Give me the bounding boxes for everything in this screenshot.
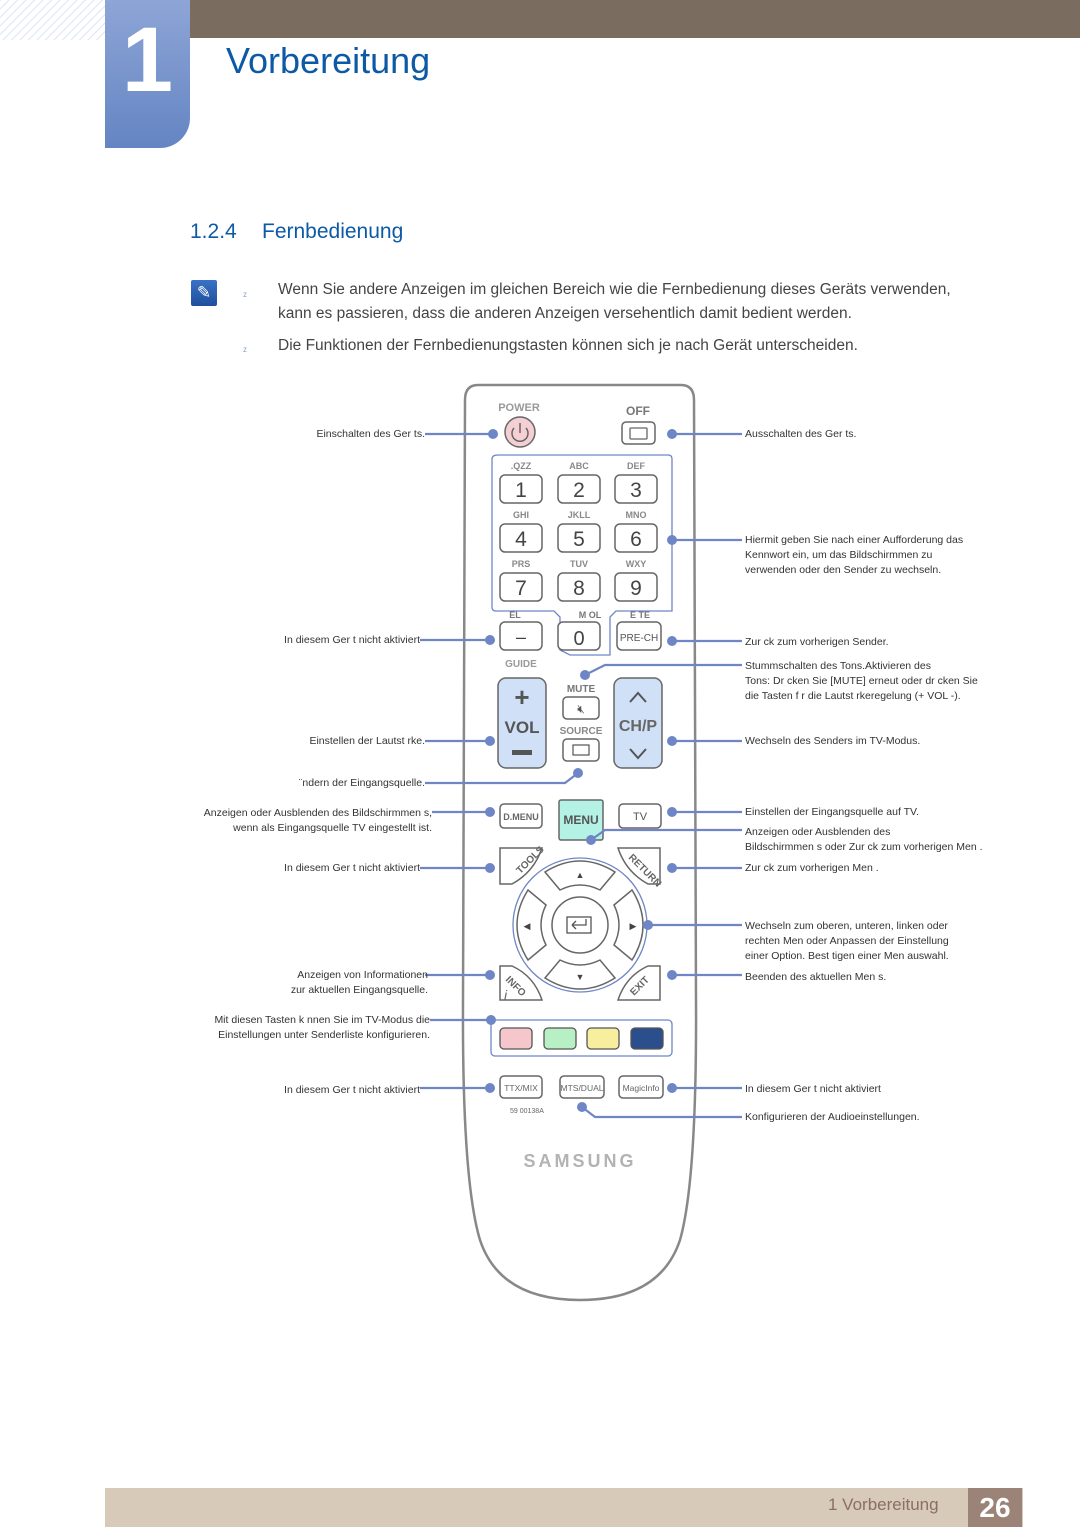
callout-line: Mit diesen Tasten k nnen Sie im TV-Modus… <box>214 1014 430 1026</box>
callout-line: einer Option. Best tigen einer Men auswa… <box>745 950 949 962</box>
callout-return: Zur ck zum vorherigen Men . <box>745 862 879 874</box>
digit-label: 9 <box>630 577 642 600</box>
remote-control-illustration: POWER OFF .QZZ 1 ABC 2 DEF 3 GHI 4 JKLL 5 MNO 6 PRS 7… <box>420 383 742 1302</box>
keypad-letters: GHI <box>513 510 529 520</box>
model-code: 59 00138A <box>510 1108 544 1115</box>
digit-label: 8 <box>573 577 585 600</box>
callout-dpad: Wechseln zum oberen, unteren, linken ode… <box>745 919 949 964</box>
callout-line: Wechseln zum oberen, unteren, linken ode… <box>745 920 948 932</box>
callout-magicinfo: In diesem Ger t nicht aktiviert <box>745 1083 881 1095</box>
callout-dash: In diesem Ger t nicht aktiviert <box>284 634 420 646</box>
arrow-left-icon: ◀ <box>524 921 531 931</box>
callout-info: Anzeigen von Informationen zur aktuellen… <box>291 968 428 998</box>
callout-line: Hiermit geben Sie nach einer Aufforderun… <box>745 534 964 546</box>
footer-chapter-label: 1 Vorbereitung <box>828 1495 939 1514</box>
keypad-letters: WXY <box>626 559 647 569</box>
source-label: SOURCE <box>560 726 603 737</box>
symbol-label: M OL <box>579 610 602 620</box>
callout-ttx: In diesem Ger t nicht aktiviert <box>284 1084 420 1096</box>
digit-label: 5 <box>573 528 585 551</box>
callout-tv: Einstellen der Eingangsquelle auf TV. <box>745 806 919 818</box>
callout-line: Anzeigen oder Ausblenden des Bildschirmm… <box>203 807 432 819</box>
callout-keypad: Hiermit geben Sie nach einer Aufforderun… <box>745 533 963 578</box>
callout-exit: Beenden des aktuellen Men s. <box>745 971 887 983</box>
source-button <box>562 738 600 762</box>
dmenu-label: D.MENU <box>503 812 539 822</box>
callout-off: Ausschalten des Ger ts. <box>745 428 857 440</box>
red-button <box>499 1027 533 1050</box>
delete-label: E TE <box>630 610 650 620</box>
callout-mts: Konfigurieren der Audioeinstellungen. <box>745 1111 920 1123</box>
callout-line: zur aktuellen Eingangsquelle. <box>290 984 428 996</box>
blue-button <box>630 1027 664 1050</box>
vol-label: VOL <box>505 718 540 737</box>
mute-label: MUTE <box>567 684 596 695</box>
off-label: OFF <box>626 404 650 418</box>
callout-line: Tons: Dr cken Sie [MUTE] erneut oder dr … <box>745 675 978 687</box>
mts-dual-label: MTS/DUAL <box>561 1083 604 1093</box>
guide-label: GUIDE <box>505 659 537 670</box>
callout-line: Anzeigen von Informationen <box>297 969 428 981</box>
number-keypad: .QZZ 1 ABC 2 DEF 3 GHI 4 JKLL 5 MNO 6 PRS 7 TUV 8 WXY 9 <box>499 461 658 602</box>
vol-minus-icon <box>512 750 532 755</box>
keypad-letters: PRS <box>512 559 531 569</box>
ttx-mix-label: TTX/MIX <box>504 1083 538 1093</box>
callout-menu: Anzeigen oder Ausblenden des Bildschirmm… <box>745 825 983 855</box>
callout-color-buttons: Mit diesen Tasten k nnen Sie im TV-Modus… <box>214 1013 430 1043</box>
callout-tools: In diesem Ger t nicht aktiviert <box>284 862 420 874</box>
power-label: POWER <box>498 402 540 414</box>
vol-plus-icon: + <box>514 682 529 712</box>
menu-label: MENU <box>563 813 598 827</box>
callout-line: Stummschalten des Tons.Aktivieren des <box>745 660 931 672</box>
callout-line: wenn als Eingangsquelle TV eingestellt i… <box>233 822 432 834</box>
callout-volume: Einstellen der Lautst rke. <box>309 735 425 747</box>
keypad-letters: JKLL <box>568 510 591 520</box>
page-number: 26 <box>968 1488 1022 1527</box>
callout-power: Einschalten des Ger ts. <box>316 428 425 440</box>
arrow-up-icon: ▲ <box>576 870 585 880</box>
callout-line: Einstellungen unter Senderliste konfigur… <box>218 1029 430 1041</box>
off-button <box>621 421 656 445</box>
digit-label: 7 <box>515 577 527 600</box>
callout-line: die Tasten f r die Lautst rkeregelung (+… <box>745 690 961 702</box>
callout-prech: Zur ck zum vorherigen Sender. <box>745 636 889 648</box>
dash-label: – <box>516 627 526 647</box>
callout-line: verwenden oder den Sender zu wechseln. <box>745 564 942 576</box>
callout-dmenu: Anzeigen oder Ausblenden des Bildschirmm… <box>204 806 432 836</box>
magicinfo-label: MagicInfo <box>623 1083 660 1093</box>
callout-line: Kennwort ein, um das Bildschirmmen zu <box>745 549 933 561</box>
arrow-down-icon: ▼ <box>576 972 585 982</box>
keypad-letters: ABC <box>569 461 589 471</box>
arrow-right-icon: ▶ <box>630 921 637 931</box>
green-button <box>543 1027 577 1050</box>
digit-label: 3 <box>630 479 642 502</box>
callout-line: rechten Men oder Anpassen der Einstellun… <box>745 935 949 947</box>
digit-label: 6 <box>630 528 642 551</box>
prech-label: PRE-CH <box>620 633 658 644</box>
zero-label: 0 <box>573 628 584 650</box>
digit-label: 2 <box>573 479 585 502</box>
callout-mute: Stummschalten des Tons.Aktivieren des To… <box>745 659 978 704</box>
keypad-letters: TUV <box>570 559 588 569</box>
tv-label: TV <box>633 811 648 823</box>
yellow-button <box>586 1027 620 1050</box>
callout-line: Bildschirmmen s oder Zur ck zum vorherig… <box>745 841 983 853</box>
samsung-logo: SAMSUNG <box>523 1151 636 1171</box>
ch-label: CH/P <box>619 718 658 735</box>
keypad-letters: DEF <box>627 461 646 471</box>
keypad-letters: MNO <box>626 510 647 520</box>
speaker-mute-icon: 🔇︎ <box>577 702 585 716</box>
digit-label: 4 <box>515 528 527 551</box>
callout-channel: Wechseln des Senders im TV-Modus. <box>745 735 921 747</box>
callout-line: Anzeigen oder Ausblenden des <box>745 826 891 838</box>
keypad-letters: .QZZ <box>511 461 532 471</box>
del-label: EL <box>509 610 521 620</box>
digit-label: 1 <box>515 479 527 502</box>
callout-source: ¨ndern der Eingangsquelle. <box>298 777 425 789</box>
